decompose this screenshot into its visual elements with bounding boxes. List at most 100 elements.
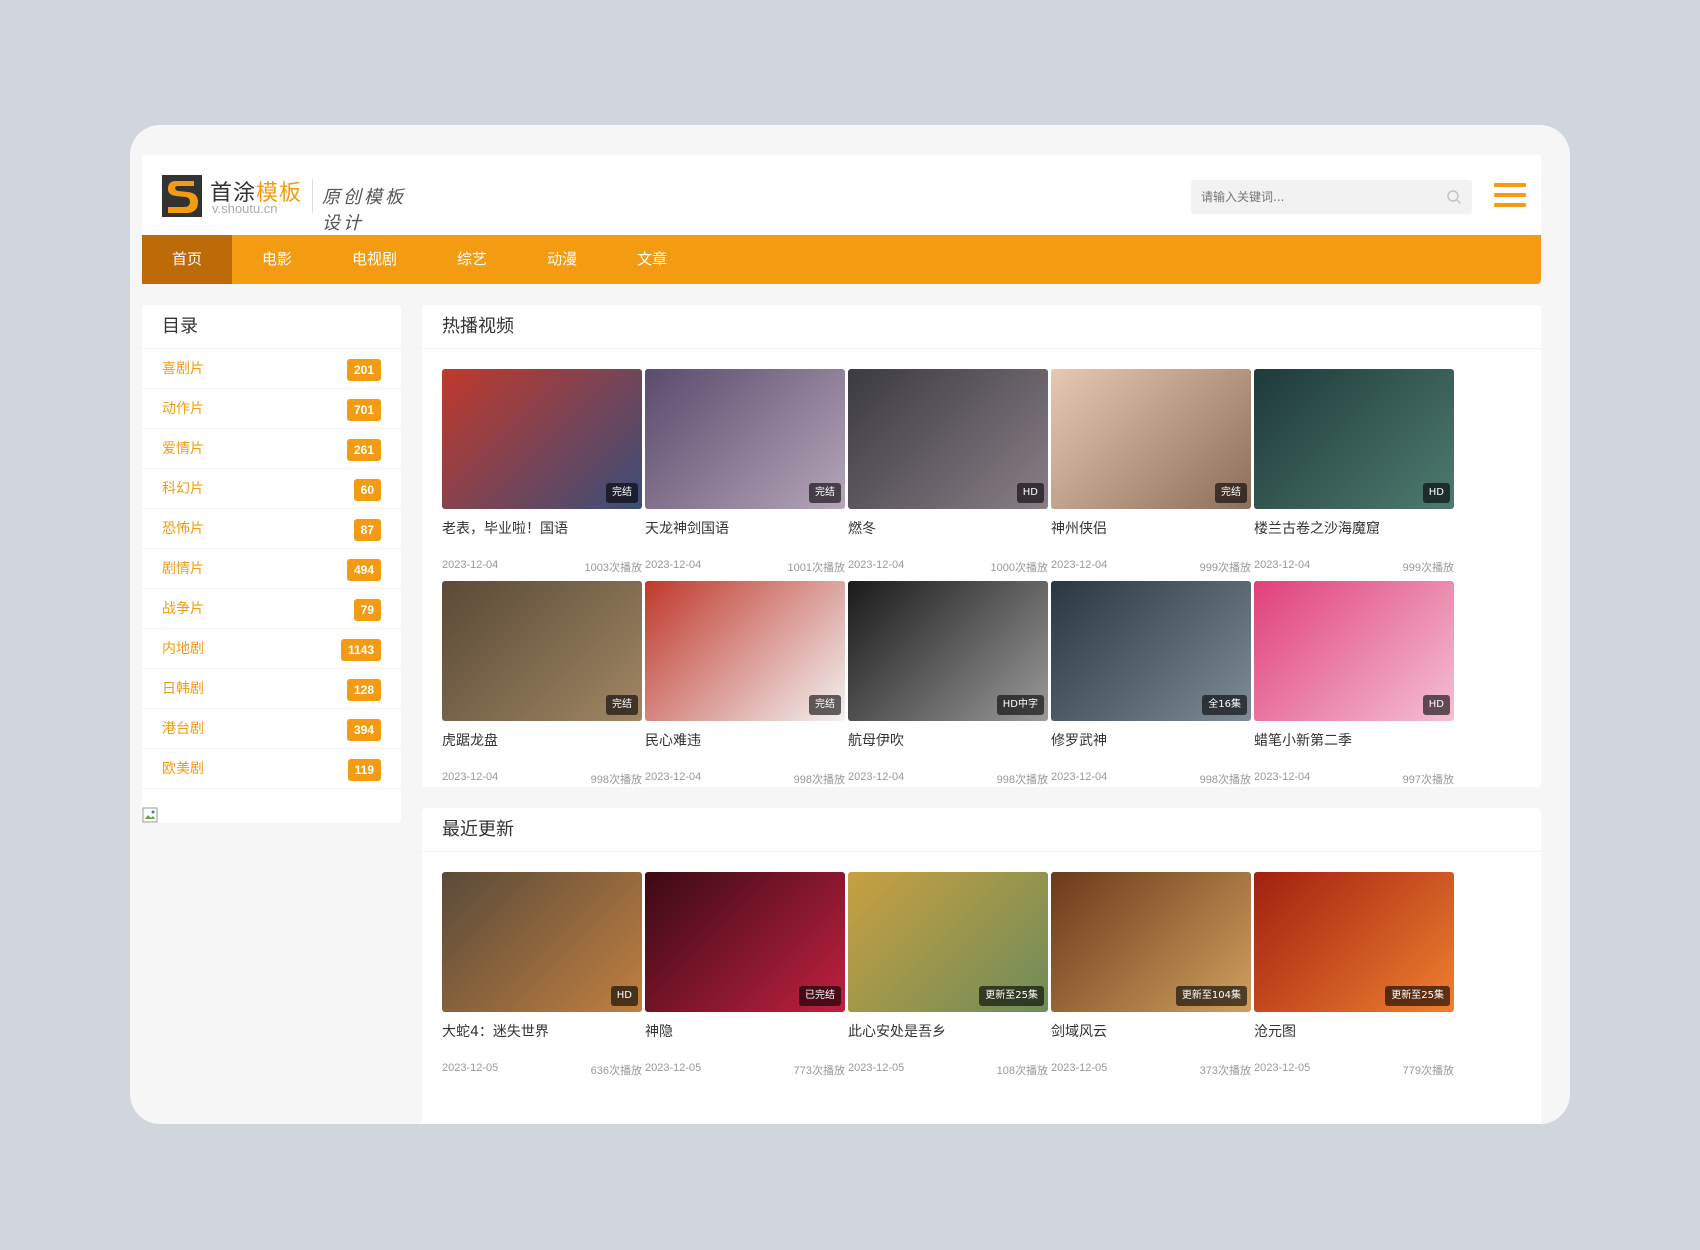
video-title[interactable]: 民心难违 <box>645 731 845 751</box>
video-card[interactable]: 全16集 修罗武神 2023-12-04 998次播放 <box>1051 581 1251 787</box>
search-icon[interactable] <box>1446 189 1462 205</box>
site: 首涂模板 v.shoutu.cn 原创模板设计 首页电影电视剧综艺动漫文章 目录… <box>142 155 1541 1124</box>
category-item[interactable]: 喜剧片 201 <box>142 349 401 389</box>
video-card[interactable]: HD中字航母伊吹 2023-12-04 998次播放 <box>848 581 1048 787</box>
category-name[interactable]: 日韩剧 <box>162 681 204 697</box>
video-card[interactable]: HD 大蛇4：迷失世界 2023-12-05 636次播放 <box>442 872 642 1078</box>
video-card[interactable]: 已完结神隐 2023-12-05 773次播放 <box>645 872 845 1078</box>
video-thumbnail[interactable]: HD <box>1254 581 1454 721</box>
category-item[interactable]: 欧美剧 119 <box>142 749 401 789</box>
video-card[interactable]: 完结 老表，毕业啦！国语 2023-12-04 1003次播放 <box>442 369 642 575</box>
video-thumbnail[interactable]: 完结 <box>442 369 642 509</box>
video-title[interactable]: 大蛇4：迷失世界 <box>442 1022 642 1042</box>
category-name[interactable]: 动作片 <box>162 401 204 417</box>
video-title[interactable]: 蜡笔小新第二季 <box>1254 731 1454 751</box>
category-list: 喜剧片 201 动作片 701 爱情片 261 科幻片 60 恐怖片 87 剧情片 494 战争片 79 内… <box>142 349 401 789</box>
category-name[interactable]: 战争片 <box>162 601 204 617</box>
video-card[interactable]: 完结 民心难违 2023-12-04 998次播放 <box>645 581 845 787</box>
video-card[interactable]: 完结虎踞龙盘 2023-12-04 998次播放 <box>442 581 642 787</box>
video-card[interactable]: 更新至104集 剑域风云 2023-12-05 373次播放 <box>1051 872 1251 1078</box>
video-thumbnail[interactable]: 已完结 <box>645 872 845 1012</box>
main-nav: 首页 电影 电视剧 综艺 动漫 文章 <box>142 235 1541 284</box>
video-play-count: 108次播放 <box>996 1065 1048 1077</box>
video-thumbnail[interactable]: 更新至25集 <box>848 872 1048 1012</box>
video-card[interactable]: 更新至25集 沧元图 2023-12-05 779次播放 <box>1254 872 1454 1078</box>
category-name[interactable]: 欧美剧 <box>162 761 204 777</box>
video-title[interactable]: 修罗武神 <box>1051 731 1251 751</box>
nav-item-5[interactable]: 文章 <box>607 235 697 284</box>
video-thumbnail[interactable]: HD <box>442 872 642 1012</box>
site-logo[interactable]: 首涂模板 v.shoutu.cn 原创模板设计 <box>162 173 422 234</box>
nav-item-0[interactable]: 首页 <box>142 235 233 284</box>
category-item[interactable]: 恐怖片 87 <box>142 509 401 549</box>
video-meta: 2023-12-05 773次播放 <box>645 1062 845 1078</box>
video-title[interactable]: 剑域风云 <box>1051 1022 1251 1042</box>
video-thumbnail[interactable]: 完结 <box>442 581 642 721</box>
hot-videos-grid: 完结 老表，毕业啦！国语 2023-12-04 1003次播放 完结 天龙神剑国语 2023… <box>422 349 1541 786</box>
category-item[interactable]: 科幻片 60 <box>142 469 401 509</box>
hamburger-menu-icon[interactable] <box>1494 183 1526 211</box>
video-title[interactable]: 老表，毕业啦！国语 <box>442 519 642 539</box>
video-play-count: 998次播放 <box>1199 774 1251 786</box>
video-status-badge: 完结 <box>1215 483 1247 503</box>
category-name[interactable]: 剧情片 <box>162 561 204 577</box>
video-thumbnail[interactable]: HD中字 <box>848 581 1048 721</box>
category-name[interactable]: 内地剧 <box>162 641 204 657</box>
video-thumbnail[interactable]: 全16集 <box>1051 581 1251 721</box>
video-title[interactable]: 此心安处是吾乡 <box>848 1022 1048 1042</box>
video-card[interactable]: 完结 天龙神剑国语 2023-12-04 1001次播放 <box>645 369 845 575</box>
category-name[interactable]: 科幻片 <box>162 481 204 497</box>
video-card[interactable]: 完结神州侠侣 2023-12-04 999次播放 <box>1051 369 1251 575</box>
video-meta: 2023-12-04 999次播放 <box>1051 559 1251 575</box>
video-status-badge: 完结 <box>809 483 841 503</box>
video-thumbnail[interactable]: 更新至25集 <box>1254 872 1454 1012</box>
video-card[interactable]: HD 燃冬 2023-12-04 1000次播放 <box>848 369 1048 575</box>
video-thumbnail[interactable]: 完结 <box>645 581 845 721</box>
category-item[interactable]: 日韩剧 128 <box>142 669 401 709</box>
category-item[interactable]: 内地剧 1143 <box>142 629 401 669</box>
video-thumbnail[interactable]: 更新至104集 <box>1051 872 1251 1012</box>
category-name[interactable]: 恐怖片 <box>162 521 204 537</box>
video-card[interactable]: 更新至25集 此心安处是吾乡 2023-12-05 108次播放 <box>848 872 1048 1078</box>
search-input[interactable] <box>1191 180 1431 214</box>
category-item[interactable]: 爱情片 261 <box>142 429 401 469</box>
video-meta: 2023-12-04 998次播放 <box>848 771 1048 787</box>
video-title[interactable]: 神州侠侣 <box>1051 519 1251 539</box>
video-status-badge: HD <box>610 986 638 1006</box>
video-date: 2023-12-05 <box>1051 1062 1108 1074</box>
category-item[interactable]: 动作片 701 <box>142 389 401 429</box>
nav-item-1[interactable]: 电影 <box>232 235 322 284</box>
video-title[interactable]: 沧元图 <box>1254 1022 1454 1042</box>
category-count-badge: 261 <box>346 439 381 461</box>
video-title[interactable]: 航母伊吹 <box>848 731 1048 751</box>
category-item[interactable]: 港台剧 394 <box>142 709 401 749</box>
nav-item-2[interactable]: 电视剧 <box>322 235 427 284</box>
video-title[interactable]: 楼兰古卷之沙海魔窟 <box>1254 519 1454 539</box>
video-title[interactable]: 虎踞龙盘 <box>442 731 642 751</box>
category-name[interactable]: 喜剧片 <box>162 361 204 377</box>
video-card[interactable]: HD 蜡笔小新第二季 2023-12-04 997次播放 <box>1254 581 1454 787</box>
category-name[interactable]: 港台剧 <box>162 721 204 737</box>
broken-image-icon <box>142 807 158 823</box>
video-title[interactable]: 天龙神剑国语 <box>645 519 845 539</box>
video-meta: 2023-12-05 636次播放 <box>442 1062 642 1078</box>
video-thumbnail[interactable]: 完结 <box>645 369 845 509</box>
video-thumbnail[interactable]: HD <box>848 369 1048 509</box>
category-item[interactable]: 战争片 79 <box>142 589 401 629</box>
video-card[interactable]: HD 楼兰古卷之沙海魔窟 2023-12-04 999次播放 <box>1254 369 1454 575</box>
video-status-badge: 全16集 <box>1202 695 1247 715</box>
category-count-badge: 128 <box>346 679 381 701</box>
category-name[interactable]: 爱情片 <box>162 441 204 457</box>
sidebar-title: 目录 <box>142 305 401 349</box>
category-count-badge: 394 <box>346 719 381 741</box>
nav-item-4[interactable]: 动漫 <box>517 235 607 284</box>
video-thumbnail[interactable]: 完结 <box>1051 369 1251 509</box>
nav-item-3[interactable]: 综艺 <box>427 235 517 284</box>
video-title[interactable]: 神隐 <box>645 1022 845 1042</box>
video-meta: 2023-12-04 998次播放 <box>442 771 642 787</box>
video-thumbnail[interactable]: HD <box>1254 369 1454 509</box>
video-title[interactable]: 燃冬 <box>848 519 1048 539</box>
video-status-badge: 已完结 <box>799 986 841 1006</box>
device-frame: 首涂模板 v.shoutu.cn 原创模板设计 首页电影电视剧综艺动漫文章 目录… <box>130 125 1570 1124</box>
category-item[interactable]: 剧情片 494 <box>142 549 401 589</box>
